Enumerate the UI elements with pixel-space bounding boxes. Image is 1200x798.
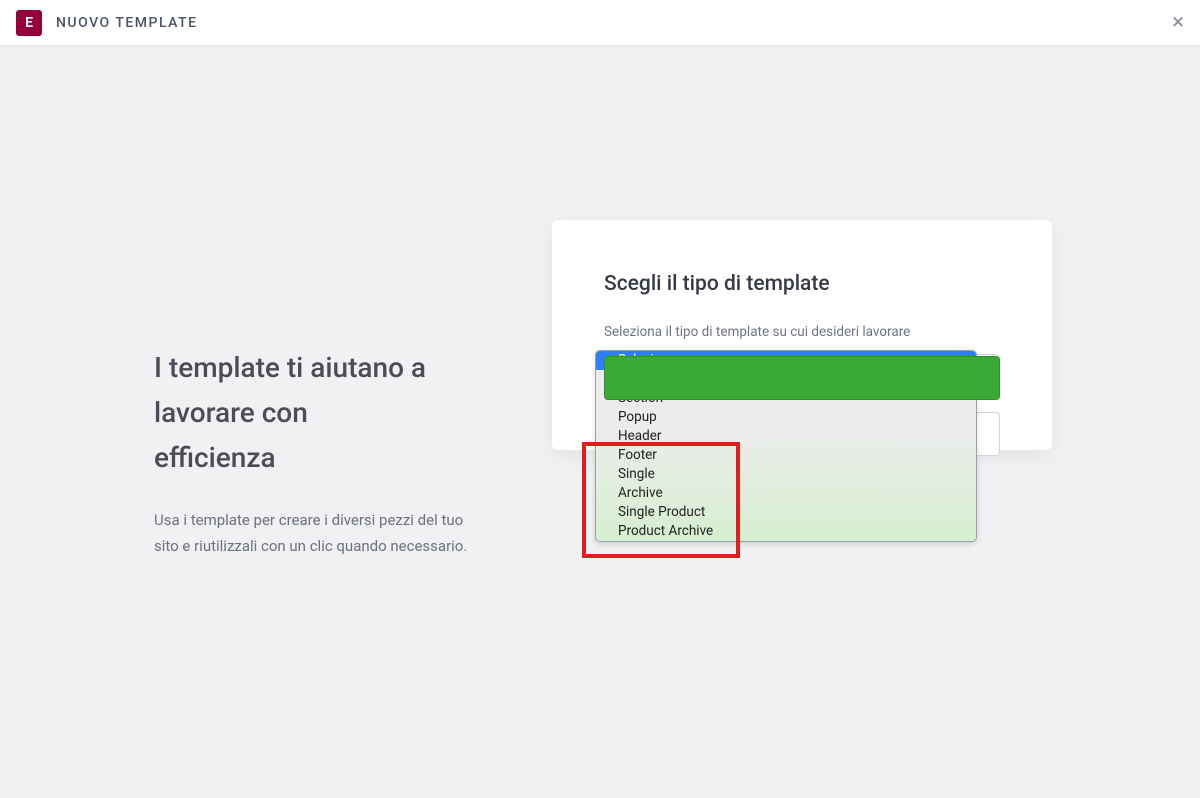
card-title: Scegli il tipo di template <box>604 272 1000 296</box>
template-form-card: Scegli il tipo di template Seleziona il … <box>552 220 1052 450</box>
intro-column: I template ti aiutano a lavorare con eff… <box>0 46 520 559</box>
dropdown-option-popup[interactable]: Popup <box>596 408 976 427</box>
header-title: NUOVO TEMPLATE <box>56 15 198 31</box>
logo-mark: E <box>25 16 33 30</box>
elementor-logo: E <box>16 10 42 36</box>
dropdown-option-header[interactable]: Header <box>596 427 976 446</box>
create-template-button[interactable] <box>604 356 1000 400</box>
modal-header: E NUOVO TEMPLATE × <box>0 0 1200 46</box>
intro-description: Usa i template per creare i diversi pezz… <box>154 508 484 559</box>
dropdown-option-product-archive[interactable]: Product Archive <box>596 522 976 541</box>
intro-title-line: lavorare con <box>154 396 308 429</box>
intro-title-line: efficienza <box>154 441 276 474</box>
template-type-label: Seleziona il tipo di template su cui des… <box>604 324 1000 340</box>
close-icon: × <box>1172 10 1184 35</box>
intro-title-line: I template ti aiutano a <box>154 351 426 384</box>
intro-title: I template ti aiutano a lavorare con eff… <box>154 346 520 480</box>
dropdown-option-single-product[interactable]: Single Product <box>596 503 976 522</box>
dropdown-option-archive[interactable]: Archive <box>596 484 976 503</box>
close-button[interactable]: × <box>1172 12 1184 34</box>
dropdown-option-footer[interactable]: Footer <box>596 446 976 465</box>
dropdown-option-single[interactable]: Single <box>596 465 976 484</box>
